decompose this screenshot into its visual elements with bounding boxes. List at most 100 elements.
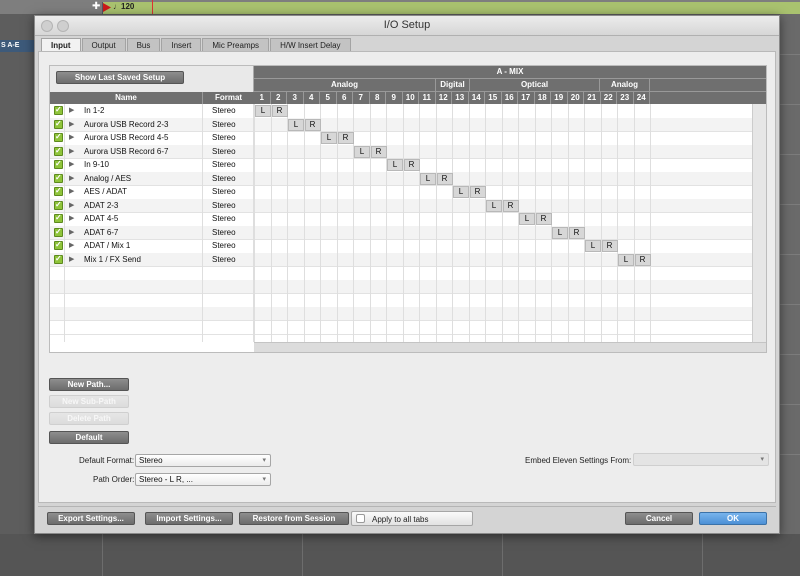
channel-assign-left[interactable]: L bbox=[354, 145, 370, 158]
expand-triangle-icon[interactable]: ▶ bbox=[69, 133, 74, 141]
channel-assign-right[interactable]: R bbox=[304, 118, 321, 131]
show-last-saved-button[interactable]: Show Last Saved Setup bbox=[56, 71, 184, 84]
tab-hw-insert-delay[interactable]: H/W Insert Delay bbox=[270, 38, 351, 52]
channel-assign-left[interactable]: L bbox=[585, 240, 601, 252]
path-format[interactable]: Stereo bbox=[212, 147, 236, 156]
tab-bus[interactable]: Bus bbox=[126, 38, 161, 52]
path-name[interactable]: Aurora USB Record 2-3 bbox=[84, 120, 168, 129]
channel-assign-right[interactable]: R bbox=[271, 105, 288, 117]
path-name[interactable]: In 9-10 bbox=[84, 160, 109, 169]
path-order-select[interactable]: Stereo - L R, ... ▾ bbox=[135, 473, 271, 486]
grid-horizontal-scrollbar[interactable] bbox=[254, 342, 766, 352]
path-row[interactable]: ▶ In 1-2 Stereo bbox=[50, 104, 254, 118]
channel-assign-right[interactable]: R bbox=[403, 159, 420, 171]
path-row[interactable]: ▶ Aurora USB Record 2-3 Stereo bbox=[50, 118, 254, 132]
channel-assign-left[interactable]: L bbox=[288, 118, 304, 131]
expand-triangle-icon[interactable]: ▶ bbox=[69, 255, 74, 263]
channel-assign-left[interactable]: L bbox=[552, 226, 568, 239]
ok-button[interactable]: OK bbox=[699, 512, 767, 525]
default-button[interactable]: Default bbox=[49, 431, 129, 444]
path-active-checkbox[interactable] bbox=[54, 240, 63, 250]
path-format[interactable]: Stereo bbox=[212, 120, 236, 129]
path-row[interactable]: ▶ AES / ADAT Stereo bbox=[50, 185, 254, 199]
path-format[interactable]: Stereo bbox=[212, 228, 236, 237]
channel-assign-right[interactable]: R bbox=[469, 186, 486, 198]
expand-triangle-icon[interactable]: ▶ bbox=[69, 120, 74, 128]
expand-triangle-icon[interactable]: ▶ bbox=[69, 106, 74, 114]
path-row[interactable]: ▶ Aurora USB Record 6-7 Stereo bbox=[50, 145, 254, 159]
path-format[interactable]: Stereo bbox=[212, 133, 236, 142]
expand-triangle-icon[interactable]: ▶ bbox=[69, 228, 74, 236]
default-format-select[interactable]: Stereo ▾ bbox=[135, 454, 271, 467]
new-sub-path-button[interactable]: New Sub-Path bbox=[49, 395, 129, 408]
path-active-checkbox[interactable] bbox=[54, 213, 63, 223]
path-format[interactable]: Stereo bbox=[212, 106, 236, 115]
channel-assign-right[interactable]: R bbox=[634, 253, 651, 266]
path-name[interactable]: In 1-2 bbox=[84, 106, 104, 115]
expand-triangle-icon[interactable]: ▶ bbox=[69, 187, 74, 195]
restore-from-session-button[interactable]: Restore from Session bbox=[239, 512, 349, 525]
add-marker-icon[interactable]: ✚ bbox=[92, 2, 102, 12]
path-name[interactable]: AES / ADAT bbox=[84, 187, 127, 196]
path-format[interactable]: Stereo bbox=[212, 255, 236, 264]
path-active-checkbox[interactable] bbox=[54, 227, 63, 237]
path-format[interactable]: Stereo bbox=[212, 201, 236, 210]
path-active-checkbox[interactable] bbox=[54, 146, 63, 156]
path-row[interactable]: ▶ In 9-10 Stereo bbox=[50, 158, 254, 172]
grid-vertical-scrollbar[interactable] bbox=[752, 104, 766, 342]
apply-to-all-checkbox[interactable] bbox=[356, 514, 365, 523]
path-name[interactable]: ADAT 2-3 bbox=[84, 201, 118, 210]
path-active-checkbox[interactable] bbox=[54, 119, 63, 129]
path-format[interactable]: Stereo bbox=[212, 187, 236, 196]
expand-triangle-icon[interactable]: ▶ bbox=[69, 241, 74, 249]
delete-path-button[interactable]: Delete Path bbox=[49, 412, 129, 425]
path-name[interactable]: Mix 1 / FX Send bbox=[84, 255, 141, 264]
channel-assign-right[interactable]: R bbox=[337, 132, 354, 144]
embed-settings-select[interactable]: ▾ bbox=[633, 453, 769, 466]
expand-triangle-icon[interactable]: ▶ bbox=[69, 147, 74, 155]
channel-assign-right[interactable]: R bbox=[436, 172, 453, 185]
channel-assign-right[interactable]: R bbox=[370, 145, 387, 158]
tab-output[interactable]: Output bbox=[81, 38, 126, 52]
expand-triangle-icon[interactable]: ▶ bbox=[69, 160, 74, 168]
cancel-button[interactable]: Cancel bbox=[625, 512, 693, 525]
playhead-marker-icon[interactable] bbox=[103, 3, 111, 12]
tab-insert[interactable]: Insert bbox=[161, 38, 202, 52]
path-row[interactable]: ▶ ADAT 4-5 Stereo bbox=[50, 212, 254, 226]
path-active-checkbox[interactable] bbox=[54, 105, 63, 115]
channel-assign-left[interactable]: L bbox=[618, 253, 634, 266]
channel-assign-left[interactable]: L bbox=[453, 186, 469, 198]
channel-assign-right[interactable]: R bbox=[568, 226, 585, 239]
expand-triangle-icon[interactable]: ▶ bbox=[69, 214, 74, 222]
tab-input[interactable]: Input bbox=[41, 38, 81, 52]
new-path-button[interactable]: New Path... bbox=[49, 378, 129, 391]
apply-to-all-tabs[interactable]: Apply to all tabs bbox=[351, 511, 473, 526]
expand-triangle-icon[interactable]: ▶ bbox=[69, 201, 74, 209]
path-row[interactable]: ▶ ADAT 6-7 Stereo bbox=[50, 226, 254, 240]
path-active-checkbox[interactable] bbox=[54, 254, 63, 264]
channel-assign-left[interactable]: L bbox=[387, 159, 403, 171]
channel-assign-right[interactable]: R bbox=[502, 199, 519, 212]
tab-mic-preamps[interactable]: Mic Preamps bbox=[202, 38, 270, 52]
daw-timeline[interactable]: ♩120 bbox=[102, 2, 800, 14]
path-row[interactable]: ▶ Mix 1 / FX Send Stereo bbox=[50, 253, 254, 267]
path-format[interactable]: Stereo bbox=[212, 241, 236, 250]
channel-assign-left[interactable]: L bbox=[486, 199, 502, 212]
channel-assign-left[interactable]: L bbox=[321, 132, 337, 144]
expand-triangle-icon[interactable]: ▶ bbox=[69, 174, 74, 182]
import-settings-button[interactable]: Import Settings... bbox=[145, 512, 233, 525]
export-settings-button[interactable]: Export Settings... bbox=[47, 512, 135, 525]
path-row[interactable]: ▶ Aurora USB Record 4-5 Stereo bbox=[50, 131, 254, 145]
channel-assign-right[interactable]: R bbox=[601, 240, 618, 252]
path-name[interactable]: ADAT 6-7 bbox=[84, 228, 118, 237]
path-active-checkbox[interactable] bbox=[54, 132, 63, 142]
path-format[interactable]: Stereo bbox=[212, 214, 236, 223]
channel-assign-right[interactable]: R bbox=[535, 213, 552, 225]
path-row[interactable]: ▶ ADAT / Mix 1 Stereo bbox=[50, 239, 254, 253]
path-name[interactable]: Analog / AES bbox=[84, 174, 131, 183]
path-name[interactable]: Aurora USB Record 4-5 bbox=[84, 133, 168, 142]
path-name[interactable]: Aurora USB Record 6-7 bbox=[84, 147, 168, 156]
channel-assign-left[interactable]: L bbox=[519, 213, 535, 225]
path-active-checkbox[interactable] bbox=[54, 173, 63, 183]
path-format[interactable]: Stereo bbox=[212, 174, 236, 183]
